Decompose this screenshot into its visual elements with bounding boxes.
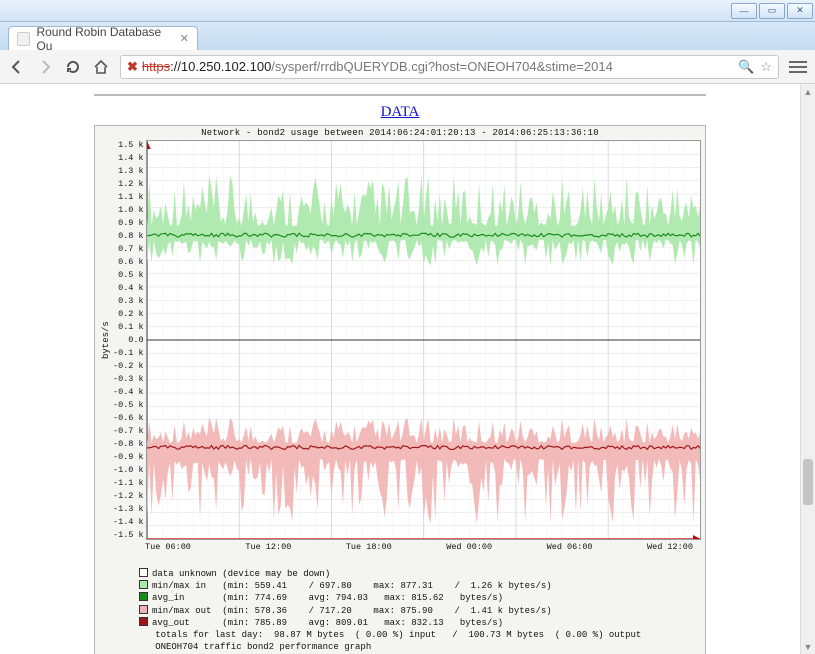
legend-avg-out: avg_out (min: 785.89 avg: 809.01 max: 83… xyxy=(152,618,503,628)
legend-unknown: data unknown (device may be down) xyxy=(152,569,330,579)
browser-toolbar: ✖ https ://10.250.102.100 /sysperf/rrdbQ… xyxy=(0,50,815,84)
legend-footer: ONEOH704 traffic bond2 performance graph xyxy=(155,642,371,652)
divider xyxy=(94,94,706,96)
close-window-button[interactable]: ✕ xyxy=(787,3,813,19)
page-content: DATA Network - bond2 usage between 2014:… xyxy=(0,84,800,654)
back-button[interactable] xyxy=(8,58,26,76)
reload-button[interactable] xyxy=(64,58,82,76)
plot-area xyxy=(146,140,701,540)
scroll-up-icon[interactable]: ▲ xyxy=(801,84,815,99)
data-link-row: DATA xyxy=(24,104,776,121)
y-axis-ticks: 1.5 k1.4 k1.3 k1.2 k1.1 k1.0 k0.9 k0.8 k… xyxy=(113,140,146,540)
address-bar[interactable]: ✖ https ://10.250.102.100 /sysperf/rrdbQ… xyxy=(120,55,779,79)
chart-svg xyxy=(147,141,700,539)
chart-legend: data unknown (device may be down) min/ma… xyxy=(99,552,701,654)
x-axis-ticks: Tue 06:00Tue 12:00Tue 18:00Wed 00:00Wed … xyxy=(99,540,701,552)
minimize-button[interactable]: — xyxy=(731,3,757,19)
legend-minmax-in: min/max in (min: 559.41 / 697.80 max: 87… xyxy=(152,581,552,591)
legend-totals: totals for last day: 98.87 M bytes ( 0.0… xyxy=(155,630,641,640)
legend-swatch-avg-in xyxy=(139,592,148,601)
scroll-track[interactable] xyxy=(801,99,815,639)
window-titlebar: — ▭ ✕ xyxy=(0,0,815,22)
favicon-icon xyxy=(17,32,30,46)
legend-minmax-out: min/max out (min: 578.36 / 717.20 max: 8… xyxy=(152,606,552,616)
forward-button[interactable] xyxy=(36,58,54,76)
tab-strip: Round Robin Database Qu ✕ xyxy=(0,22,815,50)
bookmark-icon[interactable]: ☆ xyxy=(760,59,772,75)
browser-window: — ▭ ✕ Round Robin Database Qu ✕ ✖ https … xyxy=(0,0,815,654)
url-path: /sysperf/rrdbQUERYDB.cgi?host=ONEOH704&s… xyxy=(271,59,613,74)
search-icon[interactable]: 🔍 xyxy=(738,59,754,75)
close-tab-icon[interactable]: ✕ xyxy=(180,32,189,45)
home-button[interactable] xyxy=(92,58,110,76)
legend-swatch-avg-out xyxy=(139,617,148,626)
rrd-chart: Network - bond2 usage between 2014:06:24… xyxy=(94,125,706,654)
vertical-scrollbar[interactable]: ▲ ▼ xyxy=(800,84,815,654)
scroll-thumb[interactable] xyxy=(803,459,813,505)
legend-avg-in: avg_in (min: 774.69 avg: 794.03 max: 815… xyxy=(152,593,503,603)
tab-title: Round Robin Database Qu xyxy=(36,25,173,53)
url-scheme: https xyxy=(142,59,170,74)
browser-tab[interactable]: Round Robin Database Qu ✕ xyxy=(8,26,198,50)
legend-swatch-minmax-out xyxy=(139,605,148,614)
legend-swatch-minmax-in xyxy=(139,580,148,589)
legend-swatch-unknown xyxy=(139,568,148,577)
data-link[interactable]: DATA xyxy=(381,104,420,120)
chart-title: Network - bond2 usage between 2014:06:24… xyxy=(99,128,701,138)
page-viewport: ▲ ▼ DATA Network - bond2 usage between 2… xyxy=(0,84,815,654)
menu-button[interactable] xyxy=(789,58,807,76)
insecure-icon: ✖ xyxy=(127,59,138,75)
scroll-down-icon[interactable]: ▼ xyxy=(801,639,815,654)
y-axis-label: bytes/s xyxy=(99,140,113,540)
maximize-button[interactable]: ▭ xyxy=(759,3,785,19)
url-host: ://10.250.102.100 xyxy=(170,59,271,74)
